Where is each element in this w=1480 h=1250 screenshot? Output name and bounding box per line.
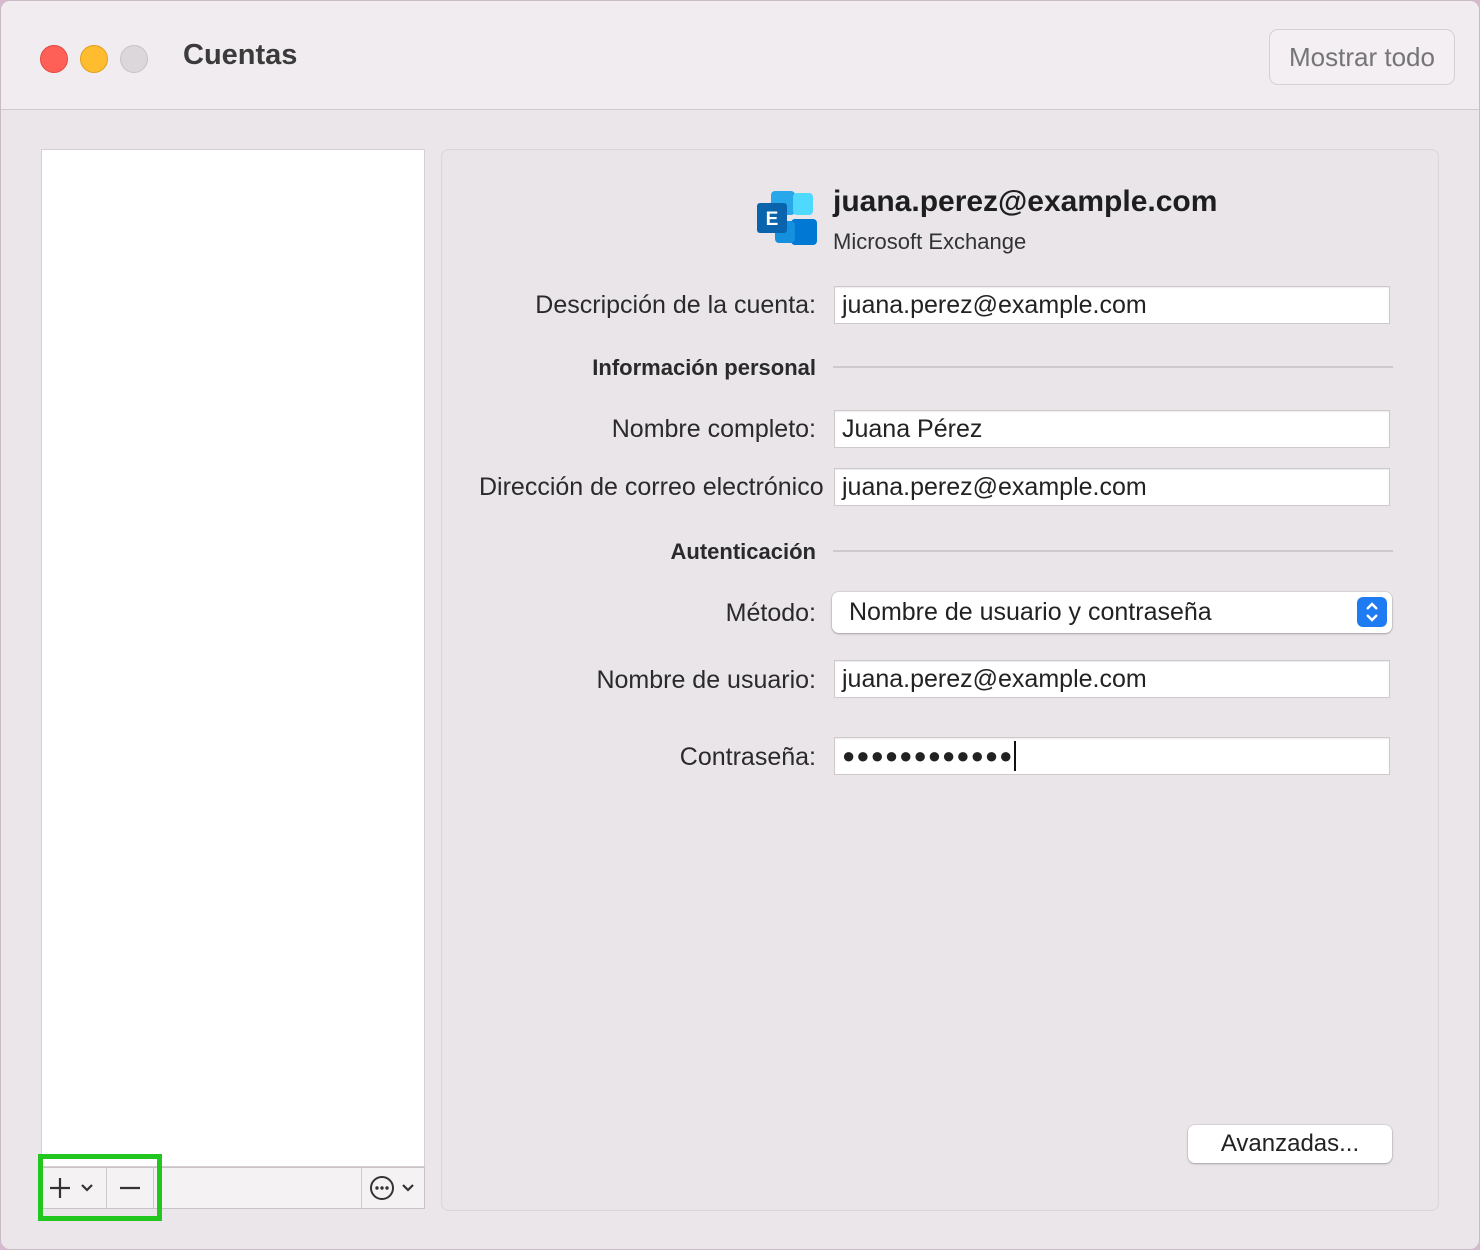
auth-method-select[interactable]: Nombre de usuario y contraseña <box>832 592 1392 633</box>
minimize-window-button[interactable] <box>80 45 108 73</box>
account-email-heading: juana.perez@example.com <box>833 185 1218 218</box>
personal-info-heading: Información personal <box>592 355 816 380</box>
fullname-field[interactable]: Juana Pérez <box>834 410 1390 448</box>
account-type: Microsoft Exchange <box>833 229 1027 254</box>
email-address-label: Dirección de correo electrónico: <box>479 473 825 501</box>
more-actions-button[interactable] <box>361 1168 424 1208</box>
advanced-button[interactable]: Avanzadas... <box>1188 1125 1392 1163</box>
description-field[interactable]: juana.perez@example.com <box>834 286 1390 324</box>
username-field[interactable]: juana.perez@example.com <box>834 660 1390 698</box>
username-label: Nombre de usuario: <box>596 666 816 694</box>
fullname-label: Nombre completo: <box>611 415 816 443</box>
email-address-field[interactable]: juana.perez@example.com <box>834 468 1390 506</box>
password-value: ●●●●●●●●●●●● <box>842 743 1014 768</box>
exchange-icon-letter: E <box>766 209 779 230</box>
text-cursor <box>1014 741 1017 771</box>
close-window-button[interactable] <box>40 45 68 73</box>
add-remove-highlight <box>38 1154 162 1221</box>
exchange-icon: E <box>757 191 817 245</box>
accounts-list[interactable] <box>41 149 425 1167</box>
description-label: Descripción de la cuenta: <box>535 291 816 319</box>
zoom-window-button[interactable] <box>120 45 148 73</box>
auth-method-value: Nombre de usuario y contraseña <box>849 598 1212 626</box>
ellipsis-circle-icon <box>370 1176 414 1200</box>
personal-info-divider <box>833 366 1393 368</box>
method-label: Método: <box>725 599 816 627</box>
password-field[interactable]: ●●●●●●●●●●●● <box>834 737 1390 775</box>
authentication-divider <box>833 550 1393 552</box>
authentication-heading: Autenticación <box>670 539 816 564</box>
show-all-button[interactable]: Mostrar todo <box>1269 29 1455 85</box>
chevron-down-icon <box>402 1184 414 1192</box>
select-stepper-icon <box>1357 597 1387 627</box>
title-bar: Cuentas Mostrar todo <box>1 1 1479 110</box>
password-label: Contraseña: <box>679 743 816 771</box>
accounts-window: Cuentas Mostrar todo E juana.perez@examp… <box>0 0 1480 1250</box>
window-title: Cuentas <box>183 39 298 71</box>
